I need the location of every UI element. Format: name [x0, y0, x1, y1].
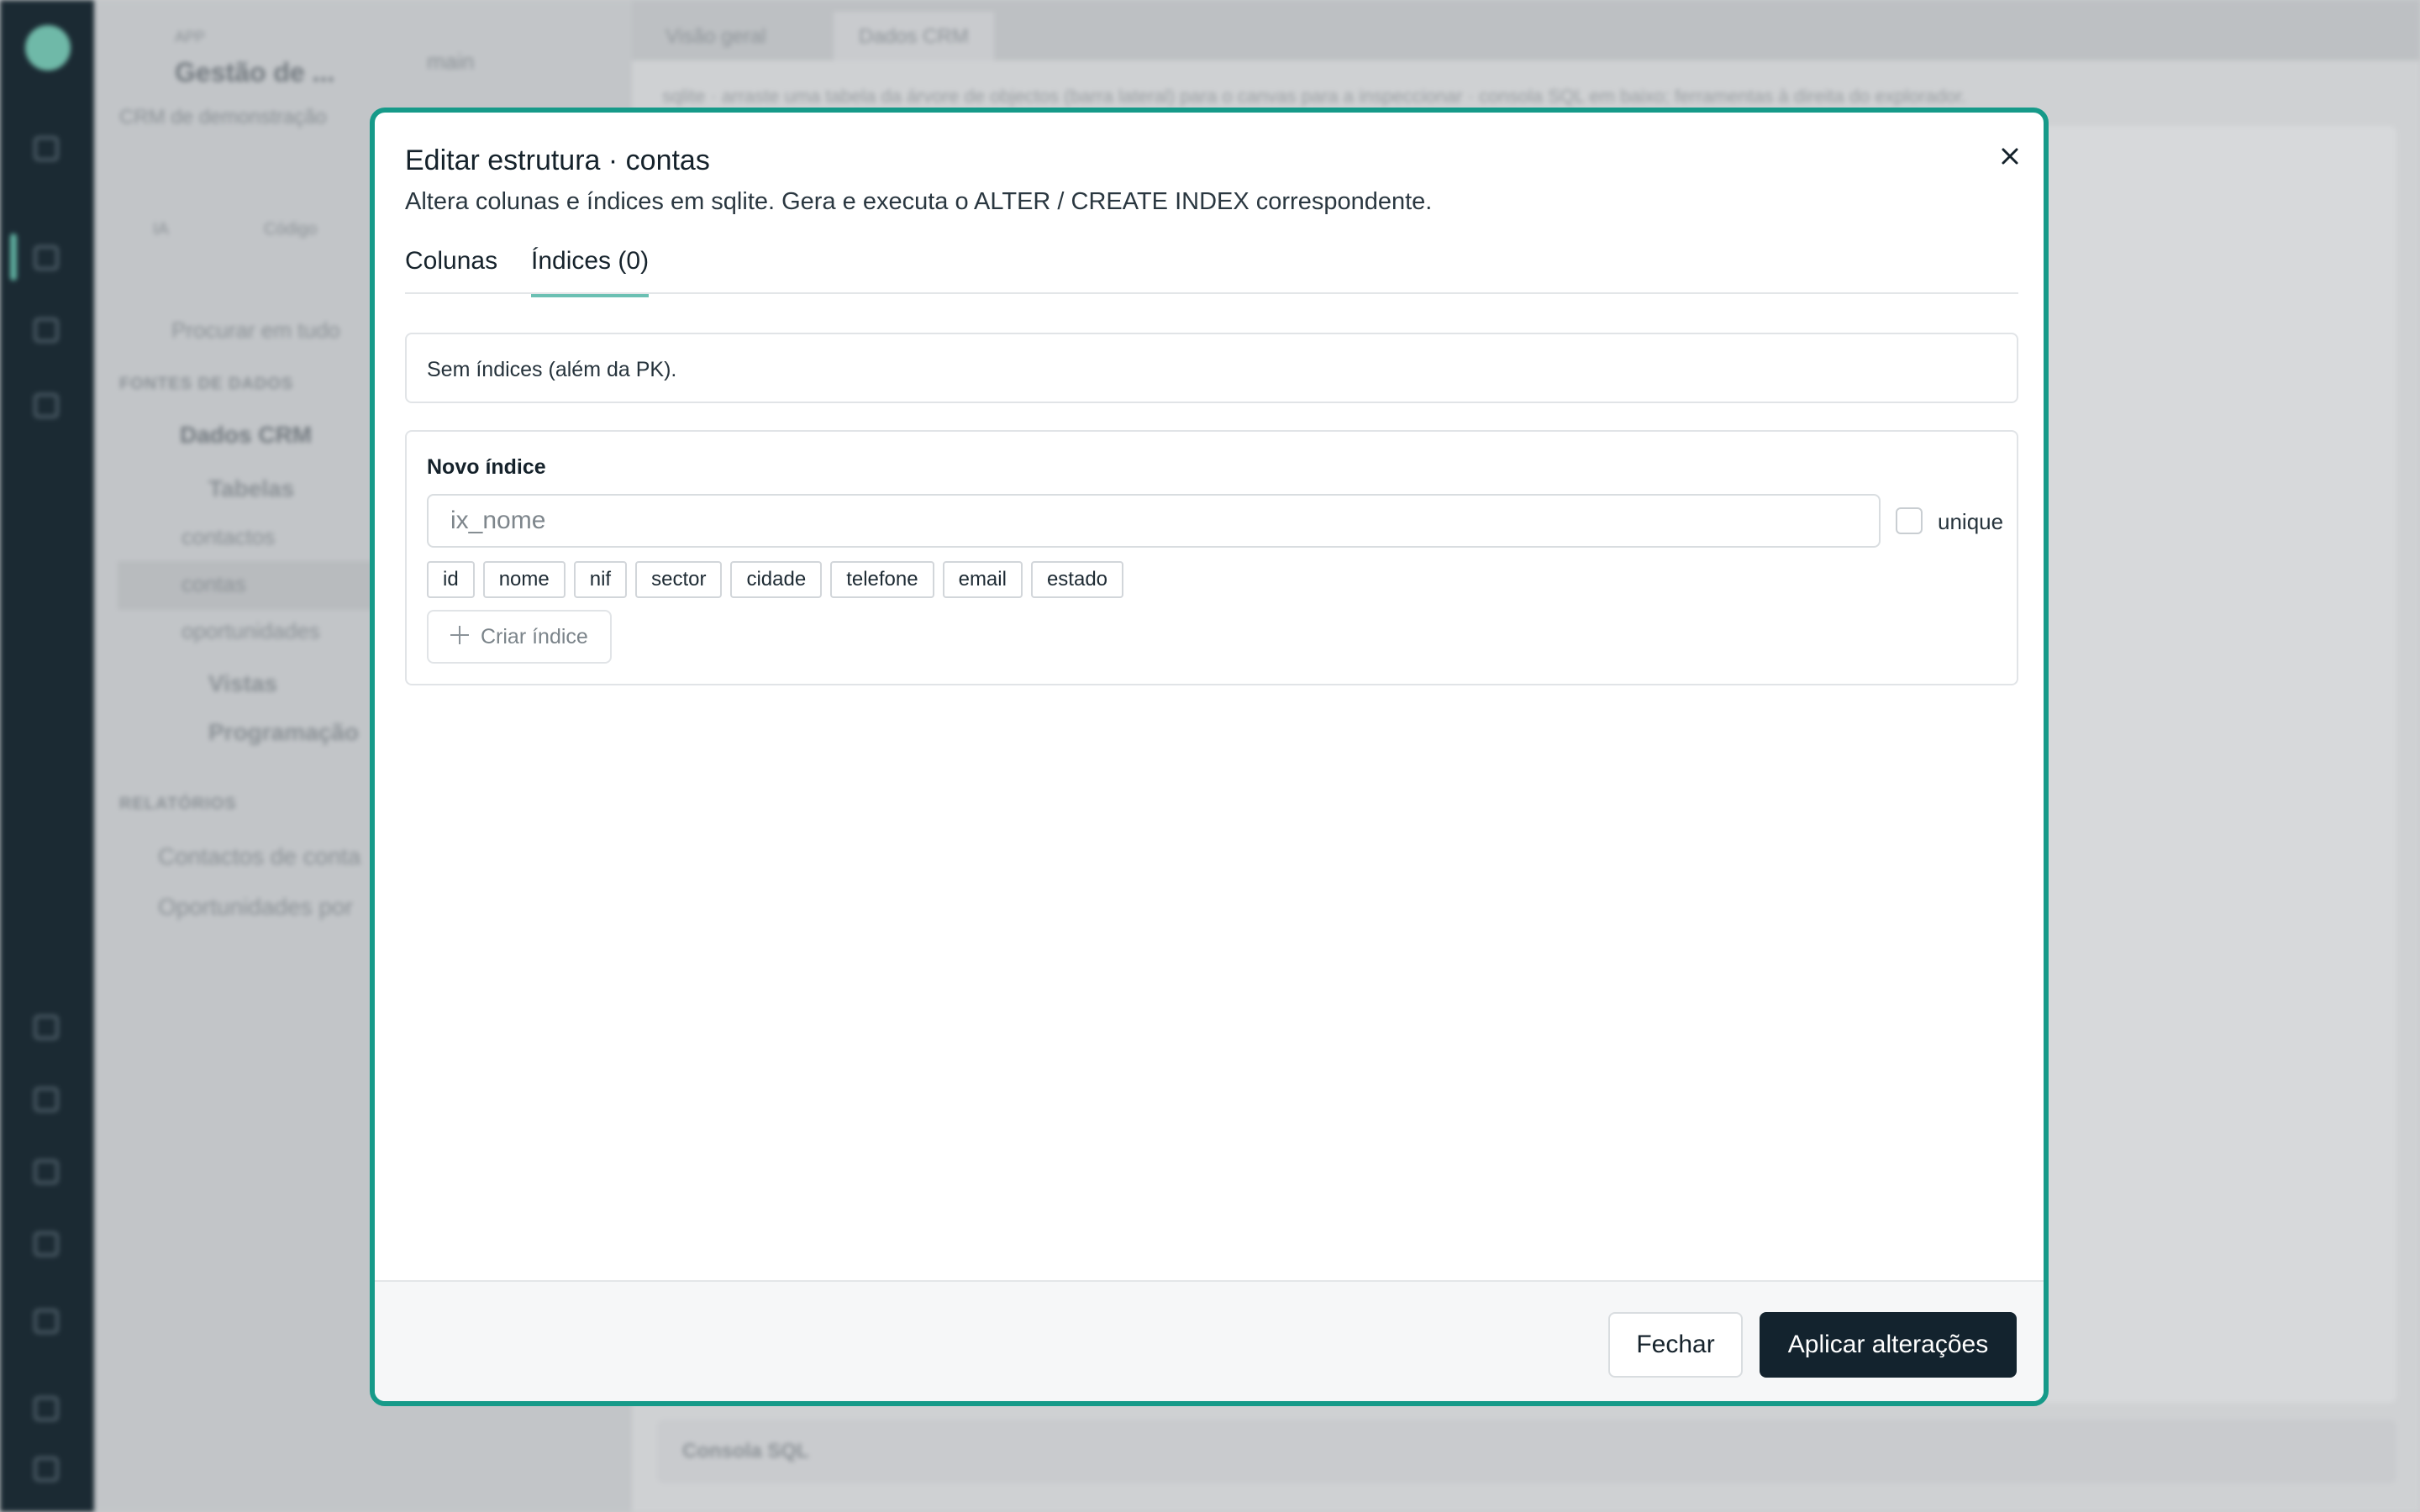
- section-reports: RELATÓRIOS: [119, 795, 237, 813]
- activity-icon[interactable]: [34, 1015, 59, 1040]
- rocket-icon[interactable]: [34, 318, 59, 343]
- sql-console-bar[interactable]: Consola SQL: [657, 1420, 2396, 1483]
- report-item[interactable]: Oportunidades por: [158, 894, 353, 921]
- table-item[interactable]: contas: [182, 571, 246, 597]
- column-chip[interactable]: nome: [482, 561, 566, 598]
- nav-active-indicator: [10, 234, 17, 281]
- project-name[interactable]: Gestão de ...: [175, 57, 334, 88]
- column-chip[interactable]: email: [942, 561, 1023, 598]
- table-item[interactable]: contactos: [182, 524, 275, 550]
- create-index-button[interactable]: Criar índice: [427, 610, 612, 664]
- column-chip[interactable]: cidade: [730, 561, 823, 598]
- users-icon[interactable]: [34, 1087, 59, 1112]
- logout-icon[interactable]: [34, 1457, 59, 1482]
- report-item[interactable]: Contactos de conta: [158, 843, 360, 870]
- folder-tables[interactable]: Tabelas: [208, 475, 294, 502]
- database-icon[interactable]: [34, 245, 59, 270]
- table-item[interactable]: oportunidades: [182, 618, 320, 644]
- branch-selector[interactable]: main: [427, 49, 474, 75]
- unique-label[interactable]: unique: [1938, 509, 2003, 535]
- home-icon[interactable]: [34, 136, 59, 161]
- more-icon[interactable]: [34, 393, 59, 418]
- column-chip[interactable]: estado: [1030, 561, 1124, 598]
- app-logo: [25, 25, 71, 71]
- folder-programming[interactable]: Programação: [208, 719, 359, 746]
- datasource-item[interactable]: Dados CRM: [180, 422, 312, 449]
- new-index-card: Novo índice unique idnomenifsectorcidade…: [405, 430, 2018, 685]
- dialog-tabs: Colunas Índices (0): [405, 235, 2018, 297]
- column-chip[interactable]: sector: [635, 561, 723, 598]
- new-index-heading: Novo índice: [427, 455, 546, 479]
- column-chip[interactable]: telefone: [830, 561, 934, 598]
- unique-checkbox[interactable]: [1896, 507, 1923, 534]
- help-icon[interactable]: [34, 1231, 59, 1257]
- canvas-hint: sqlite · arraste uma tabela da árvore de…: [662, 86, 1967, 107]
- tab-crm-data[interactable]: Dados CRM: [834, 12, 994, 60]
- column-chip[interactable]: id: [427, 561, 475, 598]
- sidebar-search[interactable]: Procurar em tudo: [171, 318, 340, 344]
- create-index-label: Criar índice: [481, 625, 588, 648]
- tab-overview[interactable]: Visão geral: [640, 12, 792, 60]
- document-tabs: Visão geral Dados CRM: [632, 0, 2420, 60]
- column-chip[interactable]: nif: [573, 561, 628, 598]
- edit-structure-dialog: Editar estrutura · contas Altera colunas…: [370, 108, 2049, 1406]
- indexes-empty-state: Sem índices (além da PK).: [405, 333, 2018, 403]
- tab-indexes[interactable]: Índices (0): [531, 247, 650, 297]
- quick-action-code[interactable]: Código: [264, 220, 317, 239]
- index-name-input[interactable]: [427, 494, 1881, 548]
- sql-console-label: Consola SQL: [682, 1440, 809, 1462]
- user-icon[interactable]: [34, 1396, 59, 1421]
- dialog-footer: Fechar Aplicar alterações: [375, 1280, 2044, 1401]
- empty-message: Sem índices (além da PK).: [427, 358, 677, 381]
- plus-icon: [450, 626, 469, 644]
- project-subtitle: CRM de demonstração: [119, 106, 327, 129]
- close-icon[interactable]: [1991, 138, 2028, 175]
- dialog-subtitle: Altera colunas e índices em sqlite. Gera…: [405, 188, 1433, 215]
- project-kicker: APP: [175, 29, 206, 45]
- wrench-icon[interactable]: [34, 1159, 59, 1184]
- column-chips: id nome nif sector cidade telefone email estado: [427, 561, 1132, 598]
- apply-changes-button[interactable]: Aplicar alterações: [1760, 1312, 2017, 1378]
- folder-views[interactable]: Vistas: [208, 670, 277, 697]
- close-button[interactable]: Fechar: [1608, 1312, 1743, 1378]
- nav-rail: [0, 0, 94, 1512]
- quick-action-ai[interactable]: IA: [153, 220, 169, 239]
- dialog-title: Editar estrutura · contas: [405, 144, 710, 176]
- tab-columns[interactable]: Colunas: [405, 247, 497, 294]
- settings-icon[interactable]: [34, 1309, 59, 1334]
- section-datasources: FONTES DE DADOS: [119, 375, 294, 393]
